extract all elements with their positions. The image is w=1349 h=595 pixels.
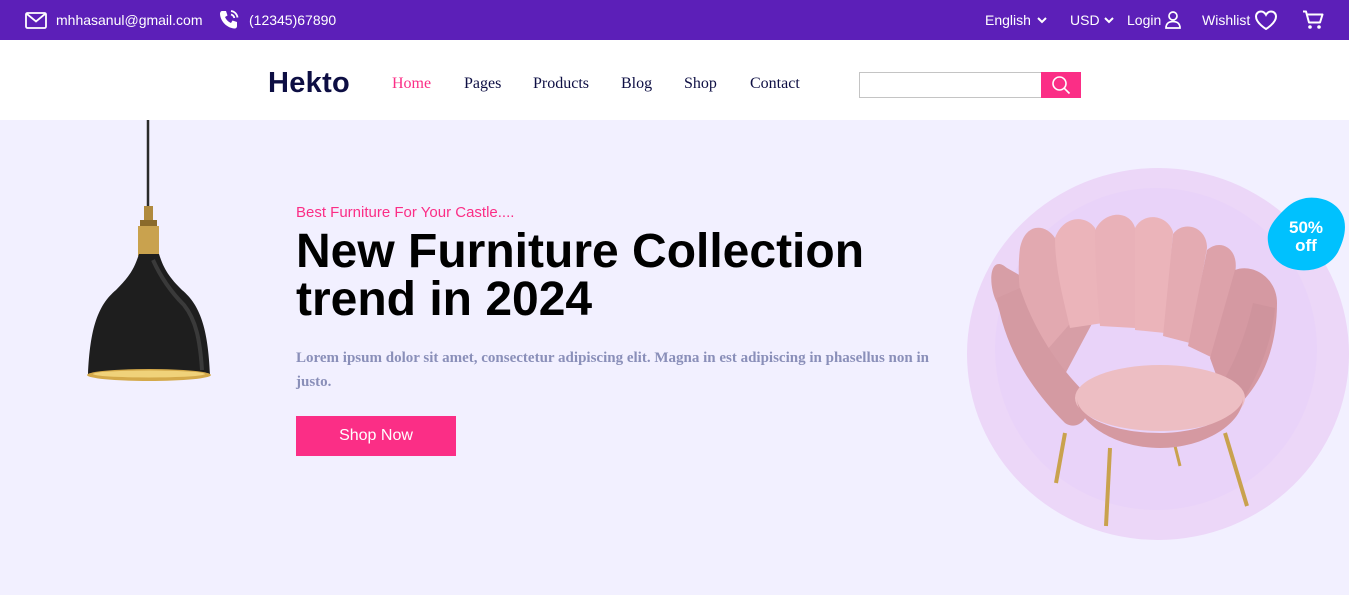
discount-badge-text: 50% off [1276,219,1336,255]
user-icon [1165,11,1182,29]
search-icon [1052,76,1071,95]
search-input[interactable] [859,72,1042,98]
contact-email[interactable]: mhhasanul@gmail.com [25,0,203,40]
mail-icon [25,11,47,29]
wishlist-label: Wishlist [1202,12,1251,28]
pendant-lamp-image [87,120,211,381]
discount-off: off [1295,236,1317,255]
hero-description: Lorem ipsum dolor sit amet, consectetur … [296,350,929,390]
cart-icon [1303,10,1324,29]
site-logo[interactable]: Hekto [268,67,350,99]
chevron-down-icon [1037,16,1047,23]
heart-icon [1255,9,1278,30]
phone-icon [220,10,239,29]
currency-select[interactable]: USD [1070,0,1114,40]
hero-eyebrow: Best Furniture For Your Castle.... [296,204,515,221]
login-label: Login [1127,12,1162,28]
pink-armchair-image [991,214,1277,527]
email-text: mhhasanul@gmail.com [56,12,203,28]
hero-headline: New Furniture Collection trend in 2024 [296,228,936,324]
nav-link-products[interactable]: Products [533,75,589,93]
wishlist-link[interactable]: Wishlist [1202,0,1278,40]
nav-link-blog[interactable]: Blog [621,75,652,93]
chevron-down-icon [1103,16,1114,23]
main-navbar: Hekto Home Pages Products Blog Shop Cont… [0,40,1349,120]
search-button[interactable] [1041,72,1081,98]
language-select[interactable]: English [985,0,1047,40]
login-link[interactable]: Login [1127,0,1182,40]
hero-section: Best Furniture For Your Castle.... New F… [0,120,1349,595]
nav-link-pages[interactable]: Pages [464,75,501,93]
currency-label: USD [1070,12,1100,28]
discount-percent: 50% [1288,218,1324,237]
hero-headline-line2: trend in 2024 [296,273,593,326]
cart-button[interactable] [1302,0,1324,40]
hero-headline-line1: New Furniture Collection [296,225,865,278]
shop-now-button[interactable]: Shop Now [296,416,456,456]
top-bar: mhhasanul@gmail.com (12345)67890 English… [0,0,1349,40]
nav-link-contact[interactable]: Contact [750,75,800,93]
contact-phone[interactable]: (12345)67890 [217,0,336,40]
phone-text: (12345)67890 [249,12,337,28]
nav-link-home[interactable]: Home [392,75,431,93]
nav-link-shop[interactable]: Shop [684,75,717,93]
language-label: English [985,12,1031,28]
